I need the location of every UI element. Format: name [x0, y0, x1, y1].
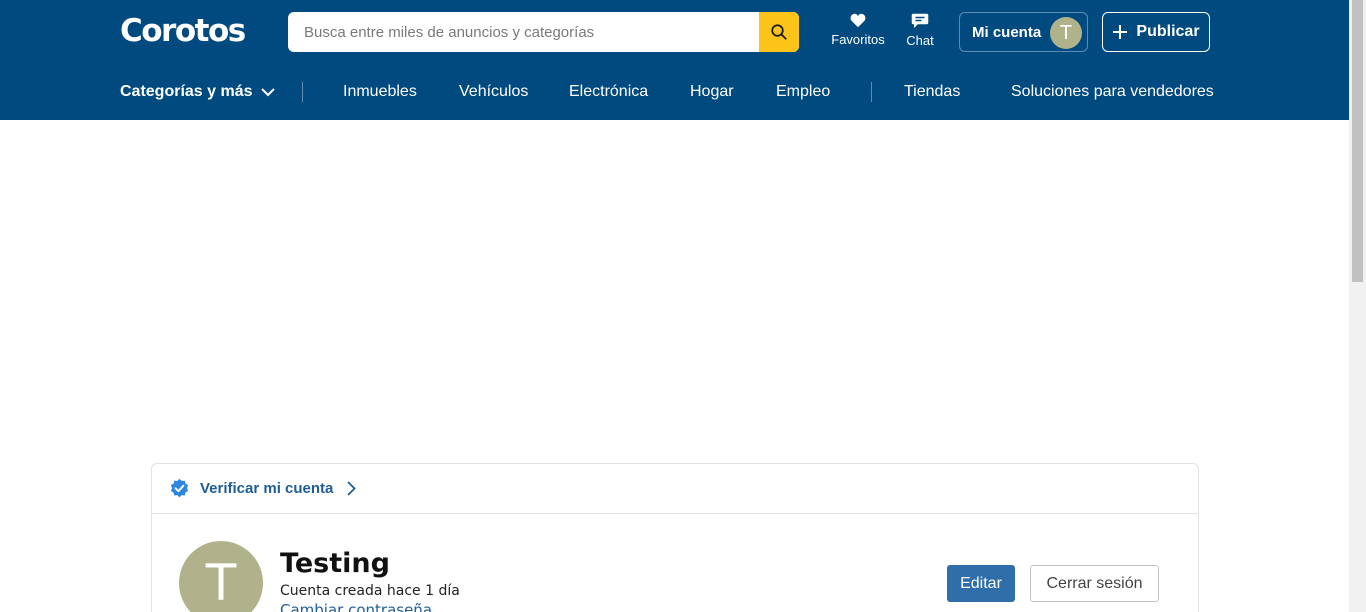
change-password-link[interactable]: Cambiar contraseña	[280, 601, 432, 612]
verify-account-link[interactable]: Verificar mi cuenta	[152, 464, 1198, 514]
favorites-label: Favoritos	[831, 32, 885, 47]
avatar: T	[1050, 17, 1082, 49]
categories-menu-button[interactable]: Categorías y más	[120, 83, 275, 101]
page-scrollbar[interactable]	[1349, 0, 1366, 612]
chat-button[interactable]: Chat	[900, 12, 940, 48]
edit-button[interactable]: Editar	[947, 565, 1015, 602]
nav-item-soluciones[interactable]: Soluciones para vendedores	[1011, 83, 1214, 101]
chevron-down-icon	[260, 87, 275, 96]
search-input[interactable]	[288, 12, 759, 52]
search-icon	[771, 24, 787, 40]
search-button[interactable]	[759, 12, 799, 52]
nav-item-tiendas[interactable]: Tiendas	[904, 83, 960, 101]
nav-item-hogar[interactable]: Hogar	[690, 83, 734, 101]
chat-label: Chat	[906, 33, 934, 48]
corotos-logo[interactable]: Corotos	[120, 13, 246, 49]
search-bar	[288, 12, 799, 52]
logout-button[interactable]: Cerrar sesión	[1030, 565, 1159, 602]
plus-icon	[1113, 25, 1128, 39]
nav-divider	[302, 82, 303, 102]
nav-item-inmuebles[interactable]: Inmuebles	[343, 83, 417, 101]
chat-icon	[911, 13, 929, 28]
publish-label: Publicar	[1136, 23, 1200, 40]
account-created-text: Cuenta creada hace 1 día	[280, 583, 460, 599]
favorites-button[interactable]: Favoritos	[829, 12, 887, 47]
my-account-button[interactable]: Mi cuenta T	[959, 12, 1088, 52]
heart-icon	[850, 13, 866, 28]
verified-badge-icon	[170, 478, 189, 498]
profile-card: Verificar mi cuenta T Testing Cuenta cre…	[151, 463, 1199, 612]
my-account-label: Mi cuenta	[972, 23, 1042, 41]
nav-item-electronica[interactable]: Electrónica	[569, 83, 648, 101]
top-header: Corotos Favoritos Chat Mi cuenta T	[0, 0, 1349, 120]
chevron-right-icon	[347, 481, 357, 496]
profile-name: Testing	[280, 548, 390, 579]
publish-button[interactable]: Publicar	[1102, 12, 1210, 52]
verify-account-label: Verificar mi cuenta	[200, 480, 334, 497]
categories-label: Categorías y más	[120, 83, 253, 100]
nav-item-vehiculos[interactable]: Vehículos	[459, 83, 528, 101]
scrollbar-thumb[interactable]	[1352, 0, 1363, 282]
profile-avatar: T	[179, 541, 263, 612]
nav-item-empleo[interactable]: Empleo	[776, 83, 830, 101]
nav-divider	[871, 82, 872, 102]
category-nav: Categorías y más Inmuebles Vehículos Ele…	[0, 72, 1349, 112]
